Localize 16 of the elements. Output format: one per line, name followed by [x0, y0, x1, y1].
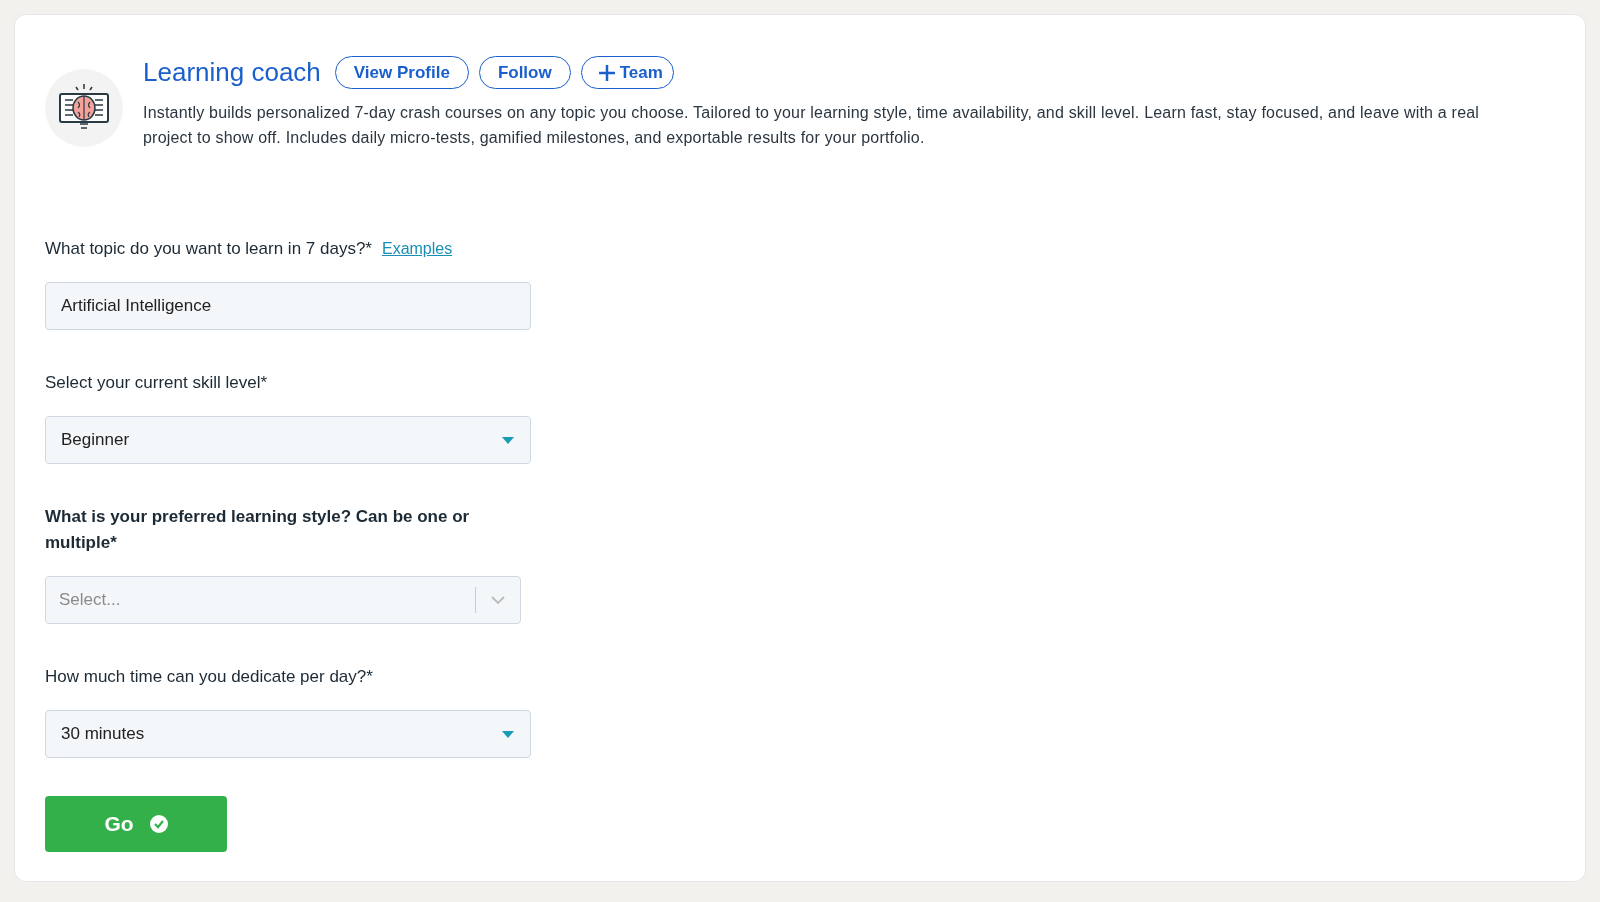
caret-icon	[502, 436, 514, 444]
field-label: How much time can you dedicate per day?*	[45, 666, 373, 688]
dropdown-field[interactable]: 30 minutes	[45, 710, 531, 758]
plus-icon	[597, 63, 616, 82]
topic-input-field[interactable]: Artificial Intelligence	[45, 282, 531, 330]
chevron-down-icon	[491, 596, 505, 604]
field-label: What is your preferred learning style? Can be one or multiple*	[45, 506, 471, 554]
caret-icon	[502, 730, 514, 738]
dropdown-field[interactable]: Beginner	[45, 416, 531, 464]
description-text: Instantly builds personalized 7-day crash courses on any topic you choose. Tailored to your learning style, time availability, and skill level. Learn fast, stay focused, and leave with a real project to show off. Includes daily micro-tests, gamified milestones, and exportable results for your portfolio.	[143, 103, 1481, 148]
multi-select-field[interactable]: Select...	[45, 576, 521, 624]
examples-link[interactable]: Examples	[381, 237, 453, 261]
field-label: What topic do you want to learn in 7 days?*	[45, 238, 372, 260]
field-label: Select your current skill level*	[45, 372, 268, 394]
check-circle-icon	[149, 815, 168, 833]
page-title: Learning coach	[143, 56, 321, 89]
